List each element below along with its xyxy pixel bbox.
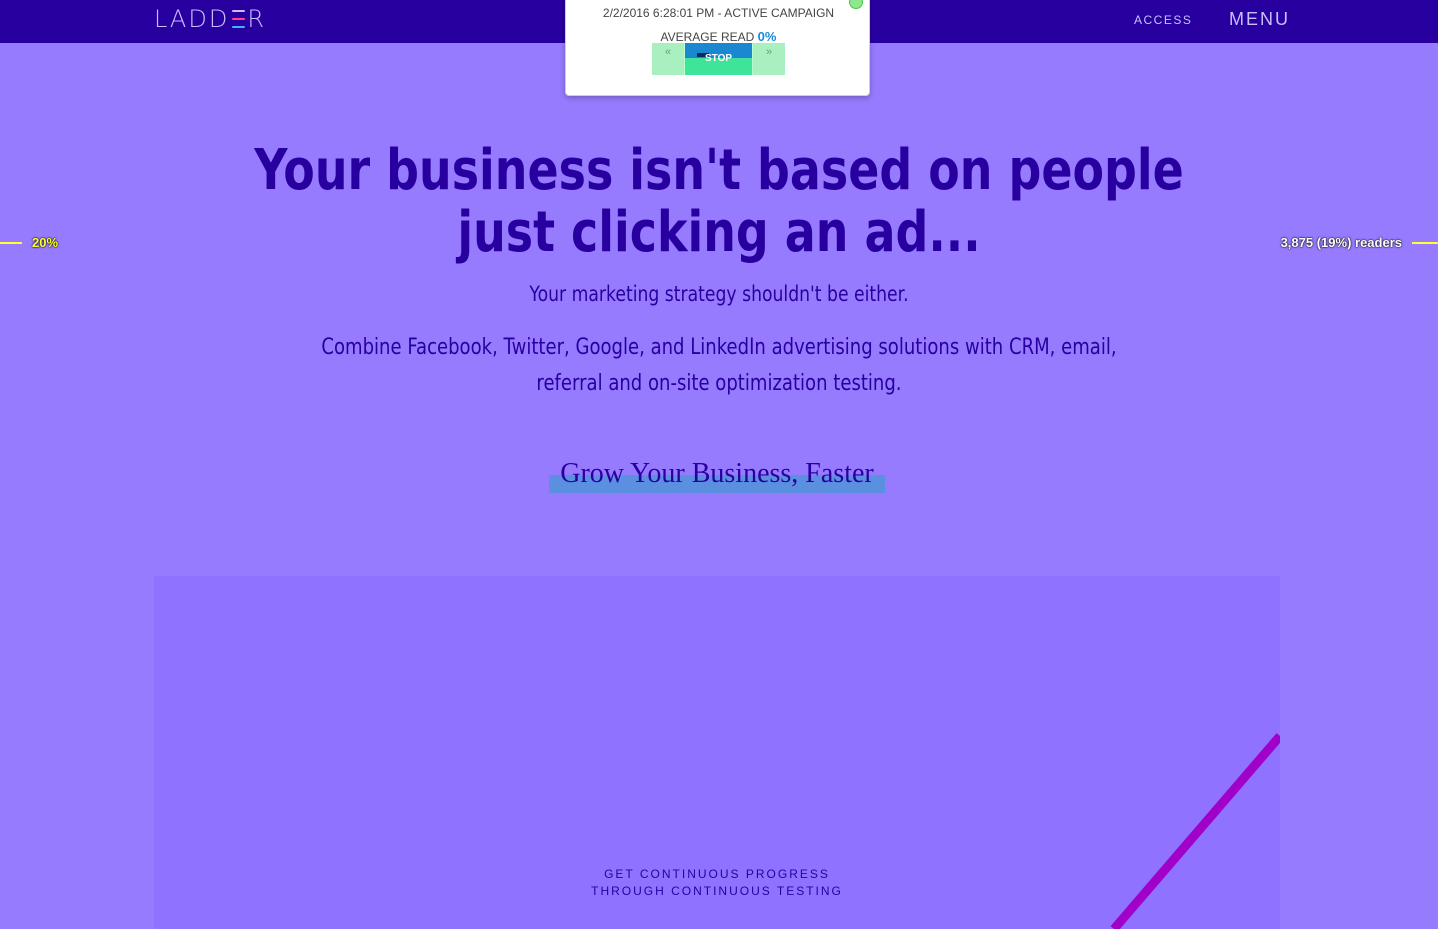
stop-label: STOP bbox=[704, 53, 733, 64]
hero-description: Combine Facebook, Twitter, Google, and L… bbox=[321, 335, 1117, 396]
access-link[interactable]: ACCESS bbox=[1134, 13, 1192, 27]
logo-text-right: R bbox=[247, 5, 266, 33]
average-read: AVERAGE READ 0% bbox=[566, 29, 871, 44]
rewind-button[interactable]: « bbox=[652, 43, 684, 75]
hero-subtitle: Your marketing strategy shouldn't be eit… bbox=[529, 282, 909, 306]
scroll-marker-right-line bbox=[1412, 242, 1438, 244]
logo-text-left: LADD bbox=[154, 5, 230, 33]
campaign-popup: 2/2/2016 6:28:01 PM - ACTIVE CAMPAIGN AV… bbox=[565, 0, 870, 96]
page: LADD R ACCESS MENU 2/2/2016 6:28:01 PM - … bbox=[0, 0, 1438, 929]
menu-button[interactable]: MENU bbox=[1229, 9, 1290, 30]
popup-title: 2/2/2016 6:28:01 PM - ACTIVE CAMPAIGN bbox=[602, 6, 835, 20]
panel-caption: GET CONTINUOUS PROGRESS THROUGH CONTINUO… bbox=[154, 866, 1280, 900]
panel-caption-line2: THROUGH CONTINUOUS TESTING bbox=[591, 884, 843, 898]
scroll-percent-marker: 20% bbox=[32, 235, 59, 250]
grow-business-label: Grow Your Business, Faster bbox=[560, 458, 874, 489]
hero-title-line1: Your business isn't based on people bbox=[254, 138, 1184, 203]
average-read-label: AVERAGE READ bbox=[660, 30, 755, 44]
testing-panel: GET CONTINUOUS PROGRESS THROUGH CONTINUO… bbox=[154, 576, 1280, 929]
average-read-value: 0% bbox=[757, 29, 777, 44]
hero-title-line2: just clicking an ad... bbox=[457, 200, 981, 265]
playback-controls: « STOP » bbox=[652, 43, 785, 75]
hero-title: Your business isn't based on people just… bbox=[129, 140, 1308, 264]
scroll-marker-left-line bbox=[0, 242, 22, 244]
panel-caption-line1: GET CONTINUOUS PROGRESS bbox=[604, 867, 830, 881]
ladder-logo[interactable]: LADD R bbox=[154, 5, 266, 33]
forward-button[interactable]: » bbox=[753, 43, 785, 75]
logo-e-mark-icon bbox=[230, 9, 246, 29]
readers-count-marker: 3,875 (19%) readers bbox=[1280, 235, 1402, 250]
stop-button[interactable]: STOP bbox=[685, 43, 752, 75]
grow-business-link[interactable]: Grow Your Business, Faster bbox=[549, 458, 885, 493]
